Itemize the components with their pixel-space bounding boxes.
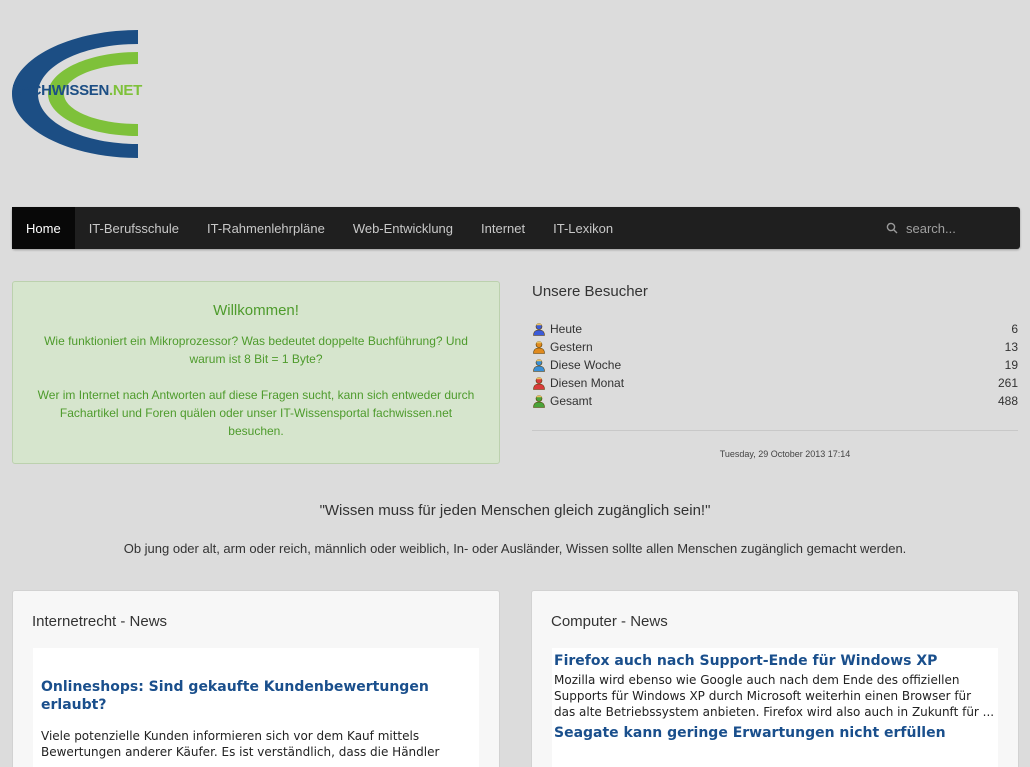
- visitor-row: Gestern 13: [532, 338, 1018, 356]
- news-item: Firefox auch nach Support-Ende für Windo…: [554, 652, 996, 720]
- visitor-label: Diese Woche: [550, 358, 622, 372]
- news-excerpt: Mozilla wird ebenso wie Google auch nach…: [554, 673, 995, 719]
- news-list: Onlineshops: Sind gekaufte Kundenbewertu…: [33, 648, 479, 767]
- nav-it-rahmenlehrplaene[interactable]: IT-Rahmenlehrpläne: [193, 207, 339, 249]
- visitor-label: Heute: [550, 322, 583, 336]
- news-excerpt: Viele potenzielle Kunden informieren sic…: [41, 729, 440, 759]
- welcome-title: Willkommen!: [213, 302, 299, 319]
- visitor-row: Diesen Monat 261: [532, 374, 1018, 392]
- visitor-count: 488: [997, 394, 1018, 408]
- visitor-label: Gestern: [550, 340, 593, 354]
- logo-wordmark: FACHWISSEN.NET: [12, 82, 142, 99]
- news-title-link[interactable]: Seagate kann geringe Erwartungen nicht e…: [554, 724, 996, 742]
- visitor-row: Gesamt 488: [532, 392, 1018, 410]
- visitor-row: Diese Woche 19: [532, 356, 1018, 374]
- nav-it-lexikon[interactable]: IT-Lexikon: [539, 207, 627, 249]
- nav-web-entwicklung[interactable]: Web-Entwicklung: [339, 207, 467, 249]
- user-icon: [533, 341, 545, 354]
- nav-home[interactable]: Home: [12, 207, 75, 249]
- nav-it-berufsschule[interactable]: IT-Berufsschule: [75, 207, 193, 249]
- news-list: Firefox auch nach Support-Ende für Windo…: [552, 648, 998, 767]
- user-icon: [533, 359, 545, 372]
- visitor-stats: Unsere Besucher Heute 6 Gestern 13 Diese Woc…: [532, 283, 1018, 459]
- panel-title: Internetrecht - News: [32, 613, 168, 630]
- user-icon: [533, 395, 545, 408]
- visitor-count: 6: [1011, 322, 1018, 336]
- site-logo[interactable]: FACHWISSEN.NET: [12, 30, 142, 158]
- visitor-count: 13: [1004, 340, 1018, 354]
- user-icon: [533, 323, 545, 336]
- welcome-box: Willkommen! Wie funktioniert ein Mikropr…: [12, 281, 500, 464]
- welcome-text-2: Wer im Internet nach Antworten auf diese…: [37, 388, 475, 438]
- news-item: Seagate kann geringe Erwartungen nicht e…: [554, 724, 996, 742]
- divider: [532, 430, 1018, 431]
- visitor-count: 261: [997, 376, 1018, 390]
- visitor-label: Gesamt: [550, 394, 593, 408]
- visitor-row: Heute 6: [532, 320, 1018, 338]
- visitors-title: Unsere Besucher: [532, 283, 648, 300]
- visitor-label: Diesen Monat: [550, 376, 625, 390]
- main-navbar: Home IT-Berufsschule IT-Rahmenlehrpläne …: [12, 207, 1020, 249]
- search-input[interactable]: [906, 220, 976, 236]
- panel-title: Computer - News: [551, 613, 668, 630]
- nav-internet[interactable]: Internet: [467, 207, 539, 249]
- welcome-text-1: Wie funktioniert ein Mikroprozessor? Was…: [44, 334, 468, 366]
- user-icon: [533, 377, 545, 390]
- search-icon[interactable]: [886, 222, 898, 234]
- quote-text: "Wissen muss für jeden Menschen gleich z…: [319, 502, 711, 519]
- visitor-count: 19: [1004, 358, 1018, 372]
- computer-news-panel: Computer - News Firefox auch nach Suppor…: [531, 590, 1019, 767]
- quote-subtext: Ob jung oder alt, arm oder reich, männli…: [123, 541, 907, 556]
- visitors-date: Tuesday, 29 October 2013 17:14: [719, 449, 851, 459]
- internetrecht-news-panel: Internetrecht - News Onlineshops: Sind g…: [12, 590, 500, 767]
- search-box: [886, 207, 1020, 249]
- news-title-link[interactable]: Onlineshops: Sind gekaufte Kundenbewertu…: [41, 678, 471, 714]
- news-title-link[interactable]: Firefox auch nach Support-Ende für Windo…: [554, 652, 996, 670]
- news-item: Onlineshops: Sind gekaufte Kundenbewertu…: [41, 678, 471, 760]
